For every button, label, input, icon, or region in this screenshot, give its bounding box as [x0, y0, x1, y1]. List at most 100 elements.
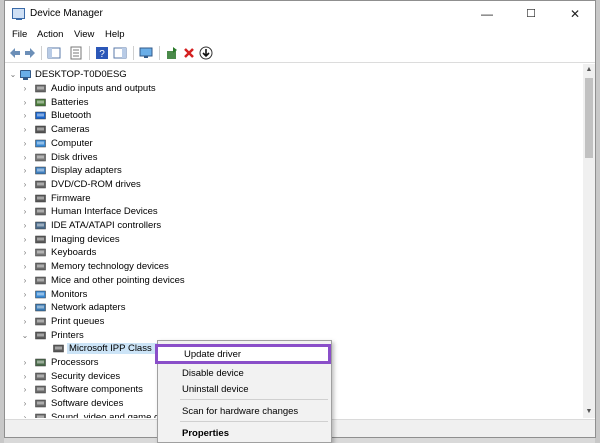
- computer-icon: [20, 70, 31, 80]
- camera-icon: [35, 125, 46, 134]
- chevron-down-icon[interactable]: ⌄: [21, 329, 29, 343]
- chevron-right-icon[interactable]: ›: [21, 233, 29, 247]
- vertical-scrollbar[interactable]: ▲ ▼: [583, 64, 595, 418]
- chevron-right-icon[interactable]: ›: [21, 288, 29, 302]
- tree-item-memory-technology-devices[interactable]: › Memory technology devices: [5, 260, 583, 274]
- tree-item-label: Audio inputs and outputs: [51, 83, 156, 94]
- chevron-right-icon[interactable]: ›: [21, 192, 29, 206]
- tree-item-label: Imaging devices: [51, 233, 120, 245]
- monitor-icon[interactable]: [139, 46, 153, 60]
- chevron-right-icon[interactable]: ›: [21, 260, 29, 274]
- tree-item-label: Display adapters: [51, 165, 122, 177]
- tree-item-human-interface-devices[interactable]: › Human Interface Devices: [5, 205, 583, 219]
- menu-action[interactable]: Action: [37, 29, 63, 40]
- forward-arrow-icon[interactable]: [23, 46, 37, 60]
- display-adapter-icon: [35, 166, 46, 175]
- scroll-up-icon[interactable]: ▲: [583, 64, 595, 76]
- tree-item-bluetooth[interactable]: › Bluetooth: [5, 109, 583, 123]
- tree-item-firmware[interactable]: › Firmware: [5, 192, 583, 206]
- chevron-right-icon[interactable]: ›: [21, 219, 29, 233]
- chevron-right-icon[interactable]: ›: [21, 356, 29, 370]
- scan-hardware-menu-item[interactable]: Scan for hardware changes: [158, 403, 331, 421]
- tree-item-network-adapters[interactable]: › Network adapters: [5, 301, 583, 315]
- computer-icon: [35, 139, 46, 148]
- sound-icon: [35, 413, 46, 418]
- tree-item-label: Monitors: [51, 288, 88, 300]
- tree-item-cameras[interactable]: › Cameras: [5, 123, 583, 137]
- keyboard-icon: [35, 249, 46, 257]
- scan-hardware-icon[interactable]: [199, 46, 213, 60]
- tree-item-label: Keyboards: [51, 247, 97, 259]
- menu-file[interactable]: File: [12, 29, 27, 40]
- tree-item-disk-drives[interactable]: › Disk drives: [5, 151, 583, 165]
- device-manager-icon: [12, 8, 25, 20]
- chevron-right-icon[interactable]: ›: [21, 205, 29, 219]
- tree-item-label: Memory technology devices: [51, 261, 169, 273]
- maximize-button[interactable]: ☐: [509, 1, 553, 27]
- imaging-device-icon: [35, 235, 46, 243]
- hid-icon: [35, 208, 46, 216]
- back-arrow-icon[interactable]: [8, 46, 22, 60]
- tree-item-label: Processors: [51, 357, 99, 368]
- chevron-right-icon[interactable]: ›: [21, 137, 29, 151]
- chevron-right-icon[interactable]: ›: [21, 96, 29, 110]
- tree-item-keyboards[interactable]: › Keyboards: [5, 246, 583, 260]
- tree-root[interactable]: ⌄ DESKTOP-T0D0ESG: [5, 68, 583, 82]
- chevron-down-icon[interactable]: ⌄: [9, 68, 17, 82]
- chevron-right-icon[interactable]: ›: [21, 411, 29, 418]
- tree-item-label: Batteries: [51, 96, 89, 108]
- help-icon[interactable]: ?: [95, 46, 109, 60]
- ide-controller-icon: [35, 221, 46, 230]
- chevron-right-icon[interactable]: ›: [21, 383, 29, 397]
- action-pane-icon[interactable]: [113, 46, 127, 60]
- scroll-down-icon[interactable]: ▼: [583, 406, 595, 418]
- tree-item-computer[interactable]: › Computer: [5, 137, 583, 151]
- tree-item-ide-ata-atapi-controllers[interactable]: › IDE ATA/ATAPI controllers: [5, 219, 583, 233]
- tree-item-batteries[interactable]: › Batteries: [5, 96, 583, 110]
- update-driver-icon[interactable]: [165, 46, 179, 60]
- context-menu-separator: [180, 421, 328, 422]
- tree-item-label: Human Interface Devices: [51, 206, 158, 218]
- show-hide-console-tree-icon[interactable]: [47, 46, 61, 60]
- chevron-right-icon[interactable]: ›: [21, 246, 29, 260]
- tree-item-print-queues[interactable]: › Print queues: [5, 315, 583, 329]
- update-driver-menu-item[interactable]: Update driver: [155, 344, 331, 364]
- tree-item-label: IDE ATA/ATAPI controllers: [51, 220, 162, 231]
- uninstall-device-menu-item[interactable]: Uninstall device: [158, 381, 331, 399]
- disk-drive-icon: [35, 153, 46, 161]
- tree-item-label: Software devices: [51, 398, 124, 410]
- menu-help[interactable]: Help: [105, 29, 125, 40]
- chevron-right-icon[interactable]: ›: [21, 151, 29, 165]
- context-menu: Update driver Disable device Uninstall d…: [155, 340, 332, 443]
- battery-icon: [35, 98, 46, 106]
- chevron-right-icon[interactable]: ›: [21, 82, 29, 96]
- chevron-right-icon[interactable]: ›: [21, 164, 29, 178]
- chevron-right-icon[interactable]: ›: [21, 178, 29, 192]
- properties-menu-item[interactable]: Properties: [158, 425, 331, 443]
- menu-view[interactable]: View: [74, 29, 94, 40]
- chevron-right-icon[interactable]: ›: [21, 274, 29, 288]
- chevron-right-icon[interactable]: ›: [21, 109, 29, 123]
- toolbar-separator: [133, 46, 134, 60]
- scroll-thumb[interactable]: [585, 78, 593, 158]
- tree-item-label: Security devices: [51, 370, 121, 382]
- tree-item-display-adapters[interactable]: › Display adapters: [5, 164, 583, 178]
- title-bar[interactable]: Device Manager — ☐ ✕: [5, 1, 595, 27]
- chevron-right-icon[interactable]: ›: [21, 123, 29, 137]
- tree-item-imaging-devices[interactable]: › Imaging devices: [5, 233, 583, 247]
- tree-item-label: Mice and other pointing devices: [51, 274, 185, 286]
- uninstall-device-icon[interactable]: [182, 46, 196, 60]
- chevron-right-icon[interactable]: ›: [21, 301, 29, 315]
- tree-item-label: Cameras: [51, 124, 90, 136]
- chevron-right-icon[interactable]: ›: [21, 370, 29, 384]
- chevron-right-icon[interactable]: ›: [21, 397, 29, 411]
- tree-item-dvd-cd-rom-drives[interactable]: › DVD/CD-ROM drives: [5, 178, 583, 192]
- chevron-right-icon[interactable]: ›: [21, 315, 29, 329]
- tree-item-audio-inputs-and-outputs[interactable]: › Audio inputs and outputs: [5, 82, 583, 96]
- tree-item-monitors[interactable]: › Monitors: [5, 288, 583, 302]
- tree-item-mice-and-other-pointing-devices[interactable]: › Mice and other pointing devices: [5, 274, 583, 288]
- properties-icon[interactable]: [69, 46, 83, 60]
- tree-item-label: DVD/CD-ROM drives: [51, 178, 141, 190]
- close-button[interactable]: ✕: [553, 1, 597, 27]
- minimize-button[interactable]: —: [465, 1, 509, 27]
